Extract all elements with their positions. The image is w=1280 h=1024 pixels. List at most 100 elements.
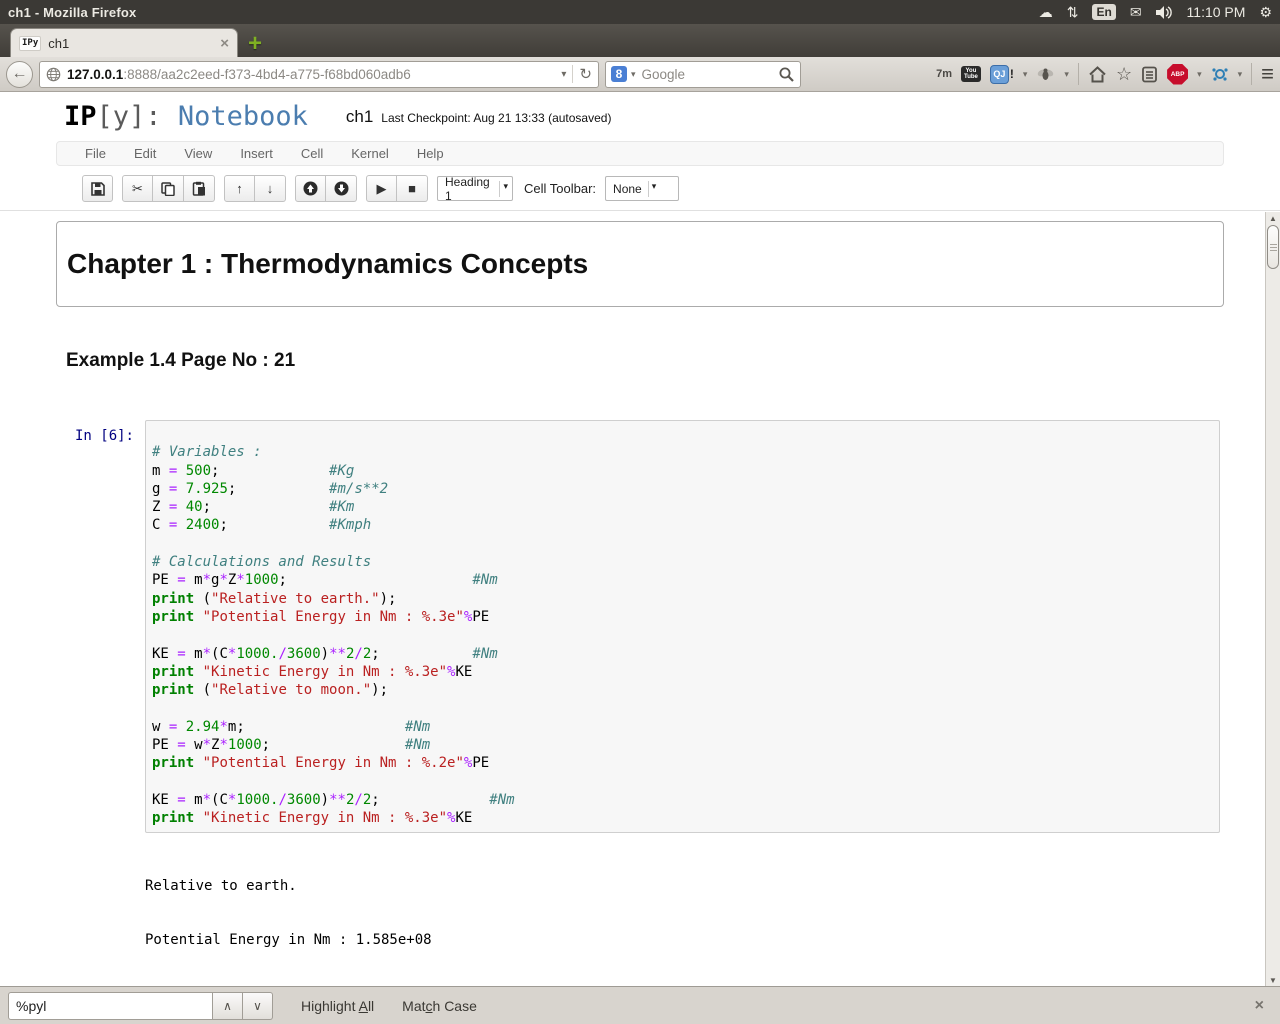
navigation-bar: ← 127.0.0.1:8888/aa2c2eed-f373-4bd4-a775… — [0, 57, 1280, 92]
network-traffic-icon[interactable]: ⇅ — [1067, 4, 1079, 21]
code-line[interactable]: g = 7.925; #m/s**2 — [152, 480, 1213, 498]
addon-qj-dropdown-icon[interactable]: ▾ — [1023, 69, 1028, 80]
menu-edit[interactable]: Edit — [120, 146, 170, 161]
addon-youtube-icon[interactable]: You Tube — [961, 66, 981, 82]
tab-ch1[interactable]: IPy ch1 × — [10, 28, 238, 57]
ipython-favicon: IPy — [19, 35, 42, 51]
system-tray: ☁ ⇅ En ✉ 11:10 PM ⚙ — [1039, 4, 1272, 21]
vertical-scrollbar[interactable]: ▲ ▼ — [1265, 212, 1280, 986]
code-line[interactable]: print "Kinetic Energy in Nm : %.3e"%KE — [152, 809, 1213, 827]
code-line[interactable]: # Calculations and Results — [152, 553, 1213, 571]
search-bar[interactable]: 8 ▾ — [605, 60, 801, 88]
menu-help[interactable]: Help — [403, 146, 458, 161]
adblock-plus-icon[interactable]: ABP — [1167, 63, 1189, 85]
adblock-dropdown-icon[interactable]: ▾ — [1197, 69, 1202, 80]
menu-file[interactable]: File — [71, 146, 120, 161]
volume-icon[interactable] — [1155, 5, 1173, 19]
url-path: :8888/aa2c2eed-f373-4bd4-a775-f68bd060ad… — [123, 66, 411, 82]
keyboard-layout-badge[interactable]: En — [1092, 4, 1116, 20]
cut-button[interactable]: ✂ — [122, 175, 153, 202]
code-line[interactable]: print ("Relative to earth."); — [152, 590, 1213, 608]
copy-button[interactable] — [153, 175, 184, 202]
run-cell-button[interactable]: ▶ — [366, 175, 397, 202]
stop-kernel-button[interactable]: ■ — [397, 175, 428, 202]
code-line[interactable]: print "Kinetic Energy in Nm : %.3e"%KE — [152, 663, 1213, 681]
find-input[interactable] — [8, 991, 213, 1020]
menu-insert[interactable]: Insert — [226, 146, 287, 161]
code-line[interactable]: PE = m*g*Z*1000; #Nm — [152, 571, 1213, 589]
insert-cell-below-button[interactable] — [326, 175, 357, 202]
code-input-area[interactable]: # Variables :m = 500; #Kg g = 7.925; #m/s… — [145, 420, 1220, 833]
google-engine-icon[interactable]: 8 — [611, 66, 627, 82]
menu-hamburger-icon[interactable]: ≡ — [1261, 63, 1274, 85]
heading1-cell-selected[interactable]: Chapter 1 : Thermodynamics Concepts — [56, 221, 1224, 307]
addon-fly-icon[interactable] — [1036, 67, 1055, 82]
find-previous-button[interactable]: ∧ — [213, 991, 243, 1020]
scrollbar-step-up[interactable]: ▲ — [1266, 212, 1280, 224]
paste-button[interactable] — [184, 175, 215, 202]
addon-fly-dropdown-icon[interactable]: ▾ — [1064, 69, 1069, 80]
reload-icon[interactable]: ↻ — [572, 65, 592, 83]
notebook-scroll-area[interactable]: Chapter 1 : Thermodynamics Concepts Exam… — [0, 211, 1280, 986]
code-line[interactable]: # Variables : — [152, 443, 1213, 461]
heading3-cell[interactable]: Example 1.4 Page No : 21 — [56, 350, 1224, 372]
notebook-toolbar: ✂ ↑ ↓ ▶ ■ Heading 1 ▾ Cell Toolbar: None… — [56, 175, 1224, 203]
addon-proxy-dropdown-icon[interactable]: ▾ — [1238, 69, 1243, 80]
move-cell-up-button[interactable]: ↑ — [224, 175, 255, 202]
move-cell-down-button[interactable]: ↓ — [255, 175, 286, 202]
new-tab-button[interactable]: + — [238, 31, 272, 57]
session-gear-icon[interactable]: ⚙ — [1259, 4, 1272, 21]
scrollbar-thumb[interactable] — [1267, 225, 1279, 269]
url-text[interactable]: 127.0.0.1:8888/aa2c2eed-f373-4bd4-a775-f… — [67, 67, 555, 82]
code-line[interactable]: PE = w*Z*1000; #Nm — [152, 736, 1213, 754]
match-case-button[interactable]: Match Case — [402, 998, 477, 1014]
code-line[interactable]: w = 2.94*m; #Nm — [152, 718, 1213, 736]
cloud-sync-icon[interactable]: ☁ — [1039, 4, 1053, 21]
menu-view[interactable]: View — [170, 146, 226, 161]
tab-close-icon[interactable]: × — [220, 36, 229, 51]
code-line[interactable] — [152, 699, 1213, 717]
addon-7m-icon[interactable]: 7m — [936, 69, 952, 80]
menu-cell[interactable]: Cell — [287, 146, 337, 161]
find-next-button[interactable]: ∨ — [243, 991, 273, 1020]
url-dropdown-icon[interactable]: ▾ — [561, 69, 566, 80]
cell-toolbar-select[interactable]: None ▾ — [605, 176, 680, 201]
code-line[interactable] — [152, 425, 1213, 443]
url-bar[interactable]: 127.0.0.1:8888/aa2c2eed-f373-4bd4-a775-f… — [39, 60, 599, 88]
code-line[interactable] — [152, 535, 1213, 553]
code-line[interactable]: KE = m*(C*1000./3600)**2/2; #Nm — [152, 791, 1213, 809]
code-line[interactable]: print "Potential Energy in Nm : %.3e"%PE — [152, 608, 1213, 626]
code-line[interactable]: C = 2400; #Kmph — [152, 516, 1213, 534]
bookmark-star-icon[interactable]: ☆ — [1116, 64, 1132, 85]
save-button[interactable] — [82, 175, 113, 202]
notebook-title[interactable]: ch1 — [346, 107, 373, 127]
window-titlebar: ch1 - Mozilla Firefox ☁ ⇅ En ✉ 11:10 PM … — [0, 0, 1280, 24]
menu-kernel[interactable]: Kernel — [337, 146, 403, 161]
code-line[interactable]: Z = 40; #Km — [152, 498, 1213, 516]
scrollbar-step-down[interactable]: ▼ — [1266, 974, 1280, 986]
browser-viewport: IP[y]: Notebook ch1 Last Checkpoint: Aug… — [0, 92, 1280, 986]
code-line[interactable]: print "Potential Energy in Nm : %.2e"%PE — [152, 754, 1213, 772]
mail-icon[interactable]: ✉ — [1130, 4, 1142, 21]
addon-proxy-icon[interactable] — [1211, 66, 1229, 82]
insert-cell-above-button[interactable] — [295, 175, 326, 202]
code-line[interactable]: print ("Relative to moon."); — [152, 681, 1213, 699]
search-engine-dropdown-icon[interactable]: ▾ — [631, 69, 636, 80]
cell-toolbar-label: Cell Toolbar: — [524, 181, 597, 196]
addon-qj-icon[interactable]: QJ! — [989, 64, 1014, 84]
home-icon[interactable] — [1088, 65, 1107, 83]
highlight-all-button[interactable]: Highlight All — [301, 998, 374, 1014]
back-button[interactable]: ← — [6, 60, 33, 88]
input-prompt: In [6]: — [74, 428, 134, 444]
code-line[interactable] — [152, 626, 1213, 644]
code-line[interactable]: KE = m*(C*1000./3600)**2/2; #Nm — [152, 645, 1213, 663]
search-magnifier-icon[interactable] — [778, 66, 795, 83]
cell-type-select[interactable]: Heading 1 ▾ — [437, 175, 513, 203]
code-line[interactable]: m = 500; #Kg — [152, 462, 1213, 480]
bookmarks-list-icon[interactable] — [1141, 66, 1158, 83]
find-close-icon[interactable]: × — [1255, 997, 1272, 1015]
code-line[interactable] — [152, 773, 1213, 791]
search-input[interactable] — [639, 65, 774, 83]
ipython-logo[interactable]: IP[y]: Notebook — [64, 101, 308, 132]
clock[interactable]: 11:10 PM — [1187, 4, 1246, 20]
